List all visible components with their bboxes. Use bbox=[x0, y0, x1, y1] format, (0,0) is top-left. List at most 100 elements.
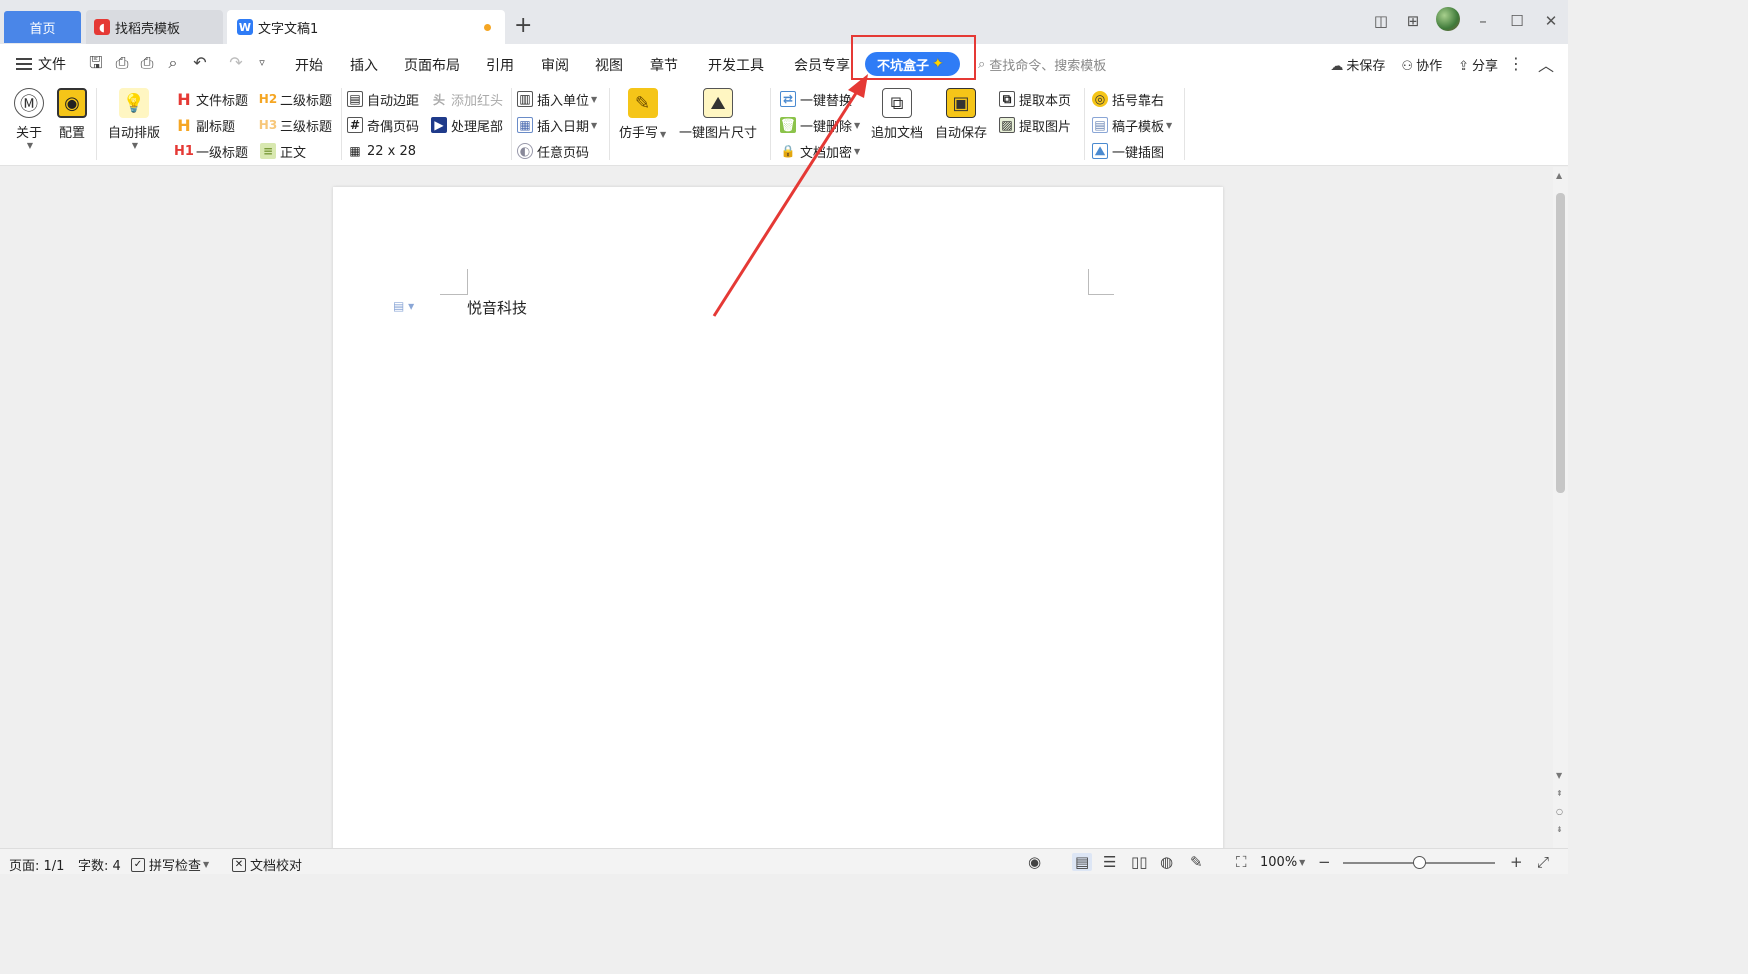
tab-page-layout[interactable]: 页面布局 bbox=[404, 55, 460, 75]
unit-icon: ▥ bbox=[517, 91, 533, 107]
grid-size-button[interactable]: ▦ 22 x 28 bbox=[347, 140, 416, 162]
spell-check-button[interactable]: ✓ 拼写检查 ▼ bbox=[131, 855, 209, 874]
add-red-header-button[interactable]: 头添加红头 bbox=[431, 88, 503, 110]
maximize-icon[interactable]: ☐ bbox=[1500, 12, 1534, 30]
next-page-icon[interactable]: ⇟ bbox=[1556, 825, 1563, 834]
handle-tail-button[interactable]: ▶ 处理尾部 bbox=[431, 114, 503, 136]
subtitle-button[interactable]: H 副标题 bbox=[176, 114, 235, 136]
scroll-down-icon[interactable]: ▼ bbox=[1556, 771, 1562, 780]
paragraph-handle-icon[interactable]: ▤ ▾ bbox=[393, 299, 414, 313]
tab-template-store[interactable]: ◖ 找稻壳模板 bbox=[86, 10, 223, 44]
more-options-icon[interactable]: ⋮ bbox=[1508, 54, 1524, 73]
doc-title-button[interactable]: H 文件标题 bbox=[176, 88, 248, 110]
zoom-slider-handle[interactable] bbox=[1412, 856, 1426, 869]
any-page-number-button[interactable]: ◐ 任意页码 bbox=[517, 140, 589, 162]
page-indicator[interactable]: 页面: 1/1 bbox=[9, 855, 64, 874]
zoom-out-icon[interactable]: − bbox=[1318, 853, 1331, 871]
tab-chapter[interactable]: 章节 bbox=[650, 55, 678, 75]
tab-view[interactable]: 视图 bbox=[595, 55, 623, 75]
one-click-image-size-button[interactable]: ⛰ 一键图片尺寸 bbox=[679, 88, 757, 141]
auto-layout-button[interactable]: 💡 自动排版 ▼ bbox=[108, 88, 160, 150]
page-view-icon[interactable]: ▤ bbox=[1072, 853, 1093, 871]
one-click-illustration-button[interactable]: ⛰ 一键插图 bbox=[1092, 140, 1164, 162]
word-count[interactable]: 字数: 4 bbox=[78, 855, 121, 874]
collapse-ribbon-icon[interactable]: ︿ bbox=[1538, 52, 1554, 76]
prev-page-icon[interactable]: ⇞ bbox=[1556, 789, 1563, 798]
eye-protection-icon[interactable]: ◉ bbox=[1028, 853, 1041, 871]
select-browse-object-icon[interactable]: ○ bbox=[1556, 807, 1563, 816]
document-page[interactable]: ▤ ▾ 悦音科技 bbox=[333, 187, 1223, 867]
new-tab-button[interactable]: + bbox=[514, 12, 532, 40]
imitate-handwriting-button[interactable]: ✎ 仿手写 ▼ bbox=[619, 88, 666, 141]
vertical-scrollbar[interactable]: ▲ ▼ ⇞ ○ ⇟ bbox=[1553, 167, 1568, 848]
reading-view-icon[interactable]: ▯▯ bbox=[1131, 853, 1148, 871]
apps-grid-icon[interactable]: ⊞ bbox=[1396, 12, 1430, 30]
web-view-icon[interactable]: ◍ bbox=[1160, 853, 1173, 871]
grid-size-label: 22 x 28 bbox=[367, 143, 417, 159]
save-icon[interactable]: 🖫 bbox=[86, 53, 106, 73]
zoom-in-icon[interactable]: + bbox=[1510, 853, 1523, 871]
redo-icon[interactable]: ↷ bbox=[226, 53, 246, 73]
append-doc-button[interactable]: ⧉ 追加文档 bbox=[871, 88, 923, 141]
tab-document[interactable]: W 文字文稿1 bbox=[227, 10, 505, 44]
share-button[interactable]: ⇪ 分享 bbox=[1458, 55, 1498, 74]
calendar-icon: ▦ bbox=[517, 117, 533, 133]
scrollbar-thumb[interactable] bbox=[1556, 193, 1565, 493]
tab-references[interactable]: 引用 bbox=[486, 55, 514, 75]
reading-layout-icon[interactable]: ◫ bbox=[1366, 12, 1396, 30]
floppy-icon: ▣ bbox=[946, 88, 976, 118]
tab-developer[interactable]: 开发工具 bbox=[708, 55, 764, 75]
bracket-right-button[interactable]: ◎ 括号靠右 bbox=[1092, 88, 1164, 110]
export-pdf-icon[interactable]: ⎙ bbox=[112, 53, 132, 73]
close-icon[interactable]: ✕ bbox=[1534, 12, 1568, 30]
undo-icon[interactable]: ↶ bbox=[190, 53, 210, 73]
h3-icon: H3 bbox=[258, 118, 278, 132]
one-click-delete-button[interactable]: 🗑 一键删除 ▼ bbox=[780, 114, 860, 136]
minimize-icon[interactable]: – bbox=[1466, 12, 1500, 30]
tab-member[interactable]: 会员专享 bbox=[794, 55, 850, 75]
insert-unit-button[interactable]: ▥ 插入单位 ▼ bbox=[517, 88, 597, 110]
doc-encrypt-button[interactable]: 🔒 文档加密 ▼ bbox=[780, 140, 861, 162]
one-click-replace-button[interactable]: ⇄ 一键替换 bbox=[780, 88, 852, 110]
any-page-number-label: 任意页码 bbox=[537, 145, 590, 161]
tab-review[interactable]: 审阅 bbox=[541, 55, 569, 75]
user-avatar[interactable] bbox=[1430, 7, 1466, 35]
config-label: 配置 bbox=[58, 126, 85, 141]
user-plus-icon: ⚇ bbox=[1401, 59, 1414, 74]
ribbon-divider bbox=[1084, 88, 1085, 160]
scroll-up-icon[interactable]: ▲ bbox=[1556, 171, 1562, 180]
print-preview-icon[interactable]: ⌕ bbox=[163, 53, 183, 73]
outline-view-icon[interactable]: ☰ bbox=[1103, 853, 1116, 871]
h3-button[interactable]: H3 三级标题 bbox=[258, 114, 332, 136]
doc-proofread-button[interactable]: ✕ 文档校对 bbox=[232, 855, 302, 874]
about-button[interactable]: Ⓜ 关于 ▼ bbox=[14, 88, 44, 150]
odd-even-page-label: 奇偶页码 bbox=[367, 119, 420, 135]
zoom-level[interactable]: 100% ▼ bbox=[1260, 855, 1305, 870]
odd-even-page-button[interactable]: # 奇偶页码 bbox=[347, 114, 419, 136]
extract-page-button[interactable]: ⧉ 提取本页 bbox=[999, 88, 1071, 110]
fullscreen-icon[interactable]: ⤢ bbox=[1537, 853, 1549, 871]
config-button[interactable]: ◉ 配置 bbox=[57, 88, 87, 141]
pen-icon[interactable]: ✎ bbox=[1190, 853, 1203, 871]
fit-page-icon[interactable]: ⛶ bbox=[1236, 853, 1247, 871]
body-text-button[interactable]: ≡ 正文 bbox=[260, 140, 306, 162]
command-search[interactable]: ⌕ 查找命令、搜索模板 bbox=[978, 55, 1106, 74]
extract-image-button[interactable]: ▨ 提取图片 bbox=[999, 114, 1071, 136]
grid-icon: ▦ bbox=[349, 144, 361, 158]
auto-save-button[interactable]: ▣ 自动保存 bbox=[935, 88, 987, 141]
customize-quick-access-icon[interactable]: ▿ bbox=[252, 53, 272, 73]
draft-template-button[interactable]: ▤ 稿子模板 ▼ bbox=[1092, 114, 1172, 136]
tab-home[interactable]: 首页 bbox=[4, 11, 81, 43]
document-body-text[interactable]: 悦音科技 bbox=[467, 297, 527, 318]
file-menu[interactable]: 文件 bbox=[16, 54, 66, 74]
auto-margin-button[interactable]: ▤ 自动边距 bbox=[347, 88, 419, 110]
tab-start[interactable]: 开始 bbox=[295, 55, 323, 75]
tab-insert[interactable]: 插入 bbox=[350, 55, 378, 75]
h1-button[interactable]: H1 一级标题 bbox=[174, 140, 248, 162]
unsaved-button[interactable]: ☁ 未保存 bbox=[1330, 55, 1385, 74]
print-icon[interactable]: ⎙ bbox=[137, 53, 157, 73]
h2-button[interactable]: H2 二级标题 bbox=[259, 88, 332, 110]
collaborate-button[interactable]: ⚇ 协作 bbox=[1401, 55, 1442, 74]
insert-date-button[interactable]: ▦ 插入日期 ▼ bbox=[517, 114, 597, 136]
ribbon-divider bbox=[1184, 88, 1185, 160]
